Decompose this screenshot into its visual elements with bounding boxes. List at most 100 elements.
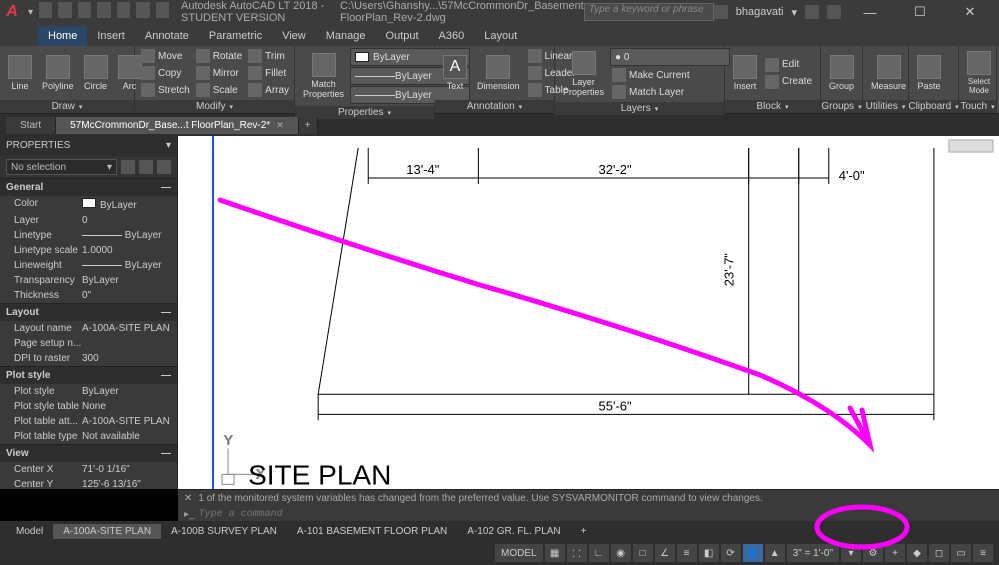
layout-tab-a101[interactable]: A-101 BASEMENT FLOOR PLAN [287, 524, 457, 539]
lineweight-toggle[interactable]: ≡ [677, 544, 697, 562]
osnap-toggle[interactable]: □ [633, 544, 653, 562]
annotation-scale[interactable]: 3" = 1'-0" [787, 544, 839, 562]
layers-group-label[interactable]: Layers [555, 102, 724, 115]
cmd-caret-icon[interactable]: ▸_ [184, 509, 195, 520]
dimension-button[interactable]: Dimension [473, 53, 524, 93]
fillet-button[interactable]: Fillet [246, 65, 291, 81]
modify-group-label[interactable]: Modify [135, 100, 294, 113]
prop-row[interactable]: DPI to raster300 [0, 351, 177, 366]
annoscale-dropdown[interactable]: ▾ [841, 544, 861, 562]
prop-value[interactable]: None [82, 401, 177, 412]
prop-value[interactable]: Not available [82, 431, 177, 442]
layout-tab-a100b[interactable]: A-100B SURVEY PLAN [161, 524, 287, 539]
make-current-button[interactable]: Make Current [610, 67, 730, 83]
prop-row[interactable]: Linetype ByLayer [0, 228, 177, 243]
ribbon-tab-a360[interactable]: A360 [429, 26, 475, 46]
drawing-canvas[interactable]: 13'-4" 32'-2" 4'-0" 23'-7" 55'-6" Y X SI… [178, 136, 999, 489]
annoscale-toggle[interactable]: 👤 [743, 544, 763, 562]
prop-row[interactable]: Page setup n... [0, 336, 177, 351]
prop-row[interactable]: Plot table typeNot available [0, 429, 177, 444]
grid-toggle[interactable]: ▦ [545, 544, 565, 562]
prop-group-general[interactable]: General— [0, 178, 177, 196]
prop-row[interactable]: Plot table att...A-100A-SITE PLAN [0, 414, 177, 429]
trim-button[interactable]: Trim [246, 48, 291, 64]
prop-row[interactable]: ColorByLayer [0, 196, 177, 213]
utilities-group-label[interactable]: Utilities [863, 100, 908, 113]
quick-select-icon[interactable] [121, 160, 135, 174]
polar-toggle[interactable]: ◉ [611, 544, 631, 562]
layer-select[interactable]: ● 0 [610, 48, 730, 66]
prop-value[interactable]: 71'-0 1/16" [82, 464, 177, 475]
prop-row[interactable]: Lineweight ByLayer [0, 258, 177, 273]
prop-value[interactable]: 0 [82, 215, 177, 226]
prop-row[interactable]: Plot style tableNone [0, 399, 177, 414]
model-paper-toggle[interactable]: MODEL [495, 544, 543, 562]
qat-plot-icon[interactable] [117, 2, 130, 18]
stretch-button[interactable]: Stretch [139, 82, 192, 98]
match-properties-button[interactable]: Match Properties [299, 51, 348, 101]
ribbon-tab-parametric[interactable]: Parametric [199, 26, 272, 46]
layout-tab-add[interactable]: + [571, 524, 597, 539]
qat-redo-icon[interactable] [156, 2, 169, 18]
prop-value[interactable]: ByLayer [82, 230, 177, 241]
prop-row[interactable]: Layer0 [0, 213, 177, 228]
prop-row[interactable]: Plot styleByLayer [0, 384, 177, 399]
search-box[interactable]: Type a keyword or phrase [584, 3, 714, 21]
scale-button[interactable]: Scale [194, 82, 244, 98]
prop-value[interactable] [82, 338, 177, 349]
ribbon-tab-insert[interactable]: Insert [87, 26, 135, 46]
select-objects-icon[interactable] [157, 160, 171, 174]
otrack-toggle[interactable]: ∠ [655, 544, 675, 562]
line-button[interactable]: Line [4, 53, 36, 93]
prop-value[interactable]: 300 [82, 353, 177, 364]
group-button[interactable]: Group [825, 53, 858, 93]
exchange-icon[interactable] [805, 5, 819, 19]
command-input[interactable] [199, 509, 999, 520]
text-button[interactable]: AText [439, 53, 471, 93]
polyline-button[interactable]: Polyline [38, 53, 78, 93]
prop-row[interactable]: Thickness0" [0, 288, 177, 303]
prop-value[interactable]: 125'-6 13/16" [82, 479, 177, 489]
annoscale-icon[interactable]: ▲ [765, 544, 785, 562]
clipboard-group-label[interactable]: Clipboard [909, 100, 958, 113]
file-tab-drawing[interactable]: 57McCrommonDr_Base...t FloorPlan_Rev-2*✕ [56, 117, 299, 134]
app-logo-icon[interactable]: A [0, 0, 24, 24]
qat-save-icon[interactable] [78, 2, 91, 18]
transparency-toggle[interactable]: ◧ [699, 544, 719, 562]
ribbon-tab-manage[interactable]: Manage [316, 26, 376, 46]
hardware-accel[interactable]: ◆ [907, 544, 927, 562]
pickadd-icon[interactable] [139, 160, 153, 174]
ribbon-tab-layout[interactable]: Layout [474, 26, 527, 46]
ribbon-tab-output[interactable]: Output [376, 26, 429, 46]
ribbon-tab-annotate[interactable]: Annotate [135, 26, 199, 46]
layout-tab-a102[interactable]: A-102 GR. FL. PLAN [457, 524, 570, 539]
isolate-objects[interactable]: ◻ [929, 544, 949, 562]
snap-toggle[interactable]: ⸬ [567, 544, 587, 562]
close-cmd-icon[interactable]: ✕ [184, 493, 192, 504]
selection-combo[interactable]: No selection▾ [6, 159, 117, 175]
touch-group-label[interactable]: Touch [959, 100, 996, 113]
layer-properties-button[interactable]: Layer Properties [559, 49, 608, 99]
file-tab-start[interactable]: Start [6, 117, 56, 134]
maximize-button[interactable]: ☐ [899, 0, 941, 24]
prop-group-plot-style[interactable]: Plot style— [0, 366, 177, 384]
prop-value[interactable]: ByLayer [82, 260, 177, 271]
prop-value[interactable]: 0" [82, 290, 177, 301]
move-button[interactable]: Move [139, 48, 192, 64]
circle-button[interactable]: Circle [80, 53, 112, 93]
draw-group-label[interactable]: Draw [0, 100, 134, 113]
user-name[interactable]: bhagavati [736, 6, 784, 18]
customize-status[interactable]: ≡ [973, 544, 993, 562]
select-mode-button[interactable]: Select Mode [963, 49, 995, 97]
prop-value[interactable]: A-100A-SITE PLAN [82, 416, 177, 427]
new-tab-button[interactable]: + [299, 117, 318, 134]
ribbon-tab-home[interactable]: Home [38, 26, 87, 46]
clean-screen[interactable]: ▭ [951, 544, 971, 562]
prop-row[interactable]: Layout nameA-100A-SITE PLAN [0, 321, 177, 336]
prop-value[interactable]: A-100A-SITE PLAN [82, 323, 177, 334]
prop-group-layout[interactable]: Layout— [0, 303, 177, 321]
annotation-group-label[interactable]: Annotation [435, 100, 554, 113]
ribbon-tab-view[interactable]: View [272, 26, 316, 46]
insert-block-button[interactable]: Insert [729, 53, 761, 93]
prop-row[interactable]: TransparencyByLayer [0, 273, 177, 288]
